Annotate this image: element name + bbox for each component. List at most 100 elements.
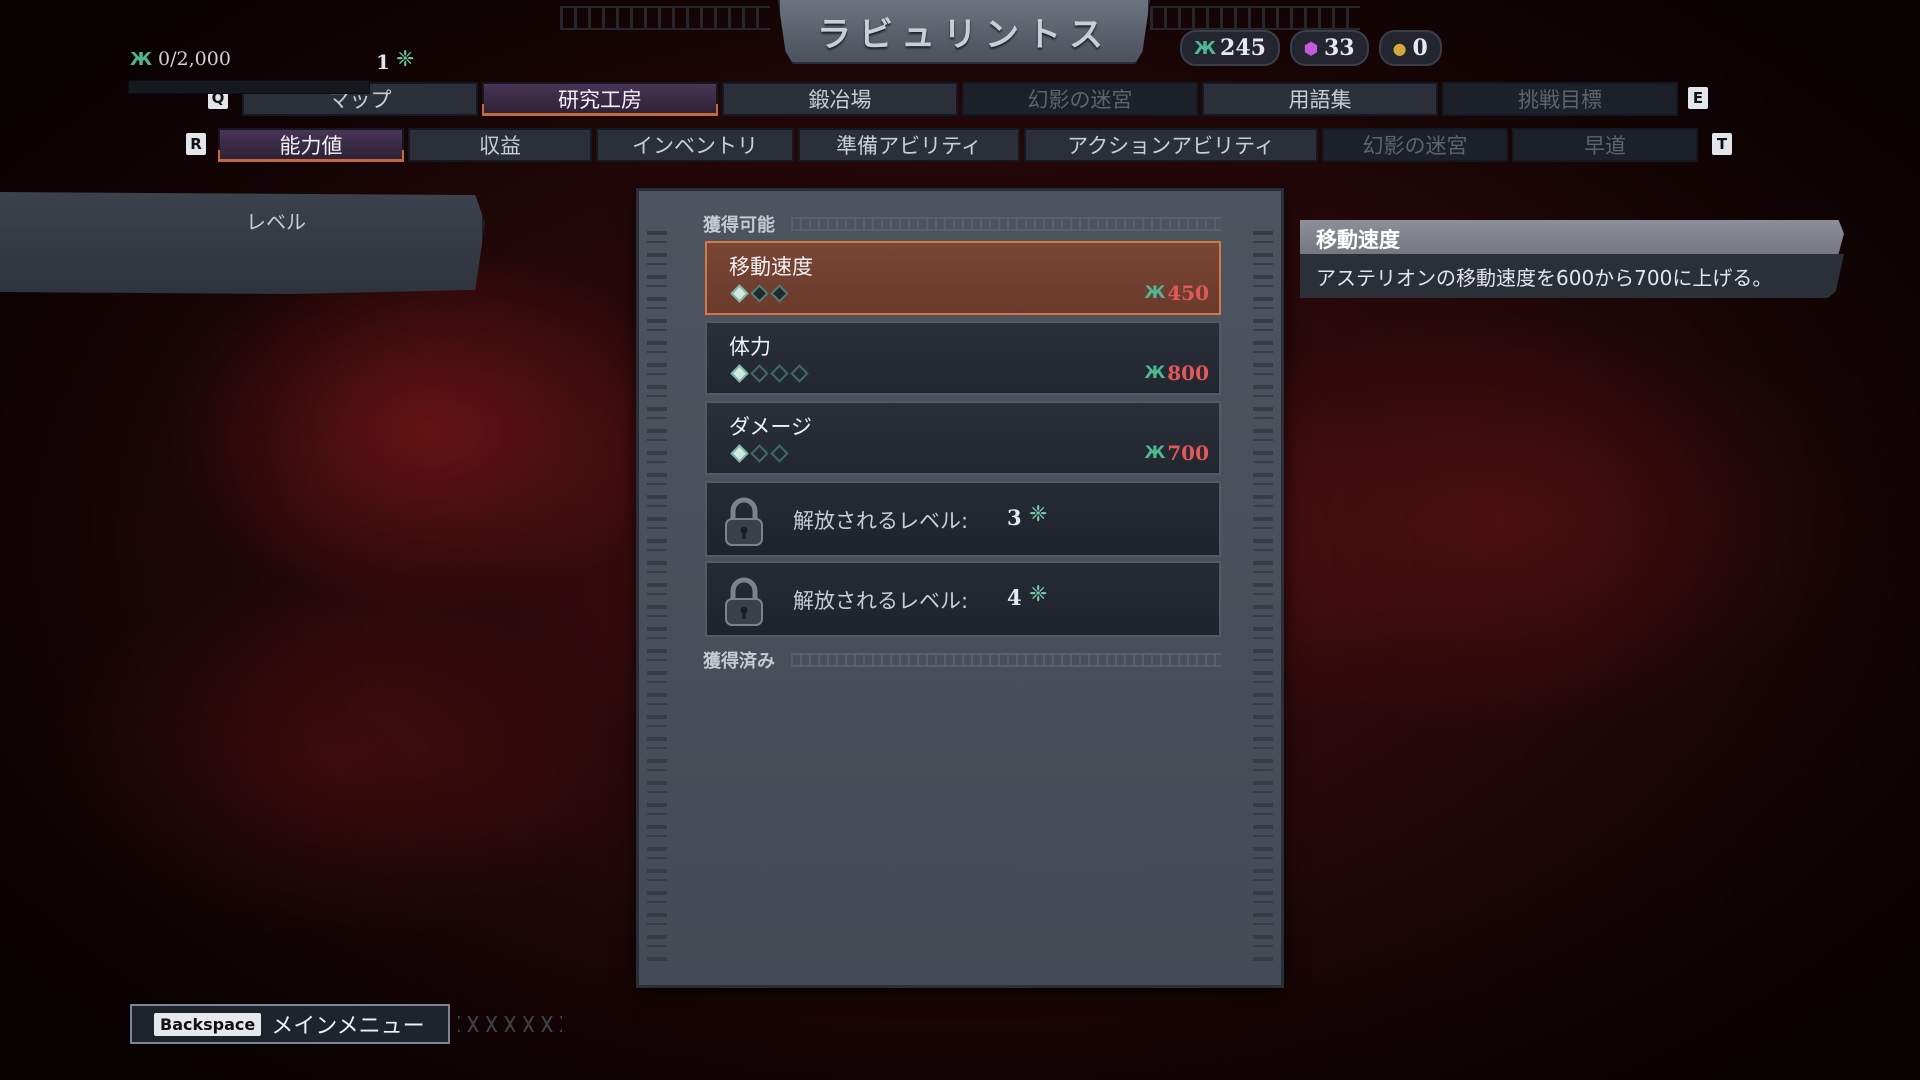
main-tab-bar: マップ 研究工房 鍛冶場 幻影の迷宮 用語集 挑戦目標: [242, 82, 1678, 116]
section-available-label: 獲得可能: [703, 215, 775, 236]
section-divider: [791, 653, 1221, 667]
sub-tab-bar: 能力値 収益 インベントリ 準備アビリティ アクションアビリティ 幻影の迷宮 早…: [218, 128, 1698, 162]
locked-level: 4: [1007, 585, 1022, 610]
locked-slot[interactable]: 解放されるレベル: 4 ❈: [705, 561, 1221, 637]
locked-level: 3: [1007, 505, 1022, 530]
level-xp-value: 0/2,000: [158, 48, 231, 70]
pip-empty: [770, 364, 789, 383]
title-frieze-left: [560, 6, 770, 30]
tab-challenges[interactable]: 挑戦目標: [1442, 82, 1678, 116]
upgrade-name: ダメージ: [729, 415, 812, 439]
title-frieze-right: [1150, 6, 1360, 30]
pip-empty: [750, 364, 769, 383]
currency-value: 0: [1412, 35, 1428, 61]
bone-currency-icon: Ж: [1194, 37, 1216, 59]
upgrade-pips: [730, 284, 789, 303]
section-divider: [791, 217, 1221, 231]
subtab-income[interactable]: 収益: [408, 128, 592, 162]
tab-label: 収益: [479, 134, 521, 158]
subtab-stats[interactable]: 能力値: [218, 128, 404, 162]
level-progress-bar: [128, 80, 370, 94]
locked-slot[interactable]: 解放されるレベル: 3 ❈: [705, 481, 1221, 557]
bone-currency-icon: Ж: [1144, 363, 1165, 383]
currency-coins: ● 0: [1378, 30, 1442, 66]
upgrade-name: 移動速度: [729, 255, 813, 279]
tab-label: 能力値: [279, 133, 343, 158]
pip-filled: [730, 444, 749, 463]
pip-empty: [770, 284, 789, 303]
panel-border-decoration: [647, 231, 667, 965]
tooltip-body: アステリオンの移動速度を600から700に上げる。: [1300, 254, 1844, 298]
level-panel: レベル: [0, 192, 485, 294]
main-menu-button[interactable]: Backspace メインメニュー: [130, 1004, 450, 1044]
main-menu-label: メインメニュー: [271, 1014, 425, 1039]
level-emblem-icon: ❈: [1029, 582, 1048, 607]
tab-label: アクションアビリティ: [1067, 134, 1275, 158]
bone-currency-icon: Ж: [1144, 443, 1165, 463]
tab-forge[interactable]: 鍛冶場: [722, 82, 958, 116]
upgrade-cost: Ж 800: [1144, 361, 1209, 385]
upgrade-tooltip: 移動速度 アステリオンの移動速度を600から700に上げる。: [1300, 220, 1844, 298]
subtab-prep-abilities[interactable]: 準備アビリティ: [798, 128, 1020, 162]
tab-label: 準備アビリティ: [836, 134, 982, 158]
pip-empty: [770, 444, 789, 463]
level-label: レベル: [246, 210, 306, 234]
currency-value: 33: [1323, 35, 1355, 61]
currency-bar: Ж 245 ⬢ 33 ● 0: [1180, 30, 1442, 66]
key-hint-r: R: [186, 133, 206, 155]
tab-label: インベントリ: [632, 134, 758, 158]
upgrade-panel: 獲得可能 移動速度 Ж 450 体力 Ж 800 ダメージ Ж 700 解放され…: [636, 188, 1284, 988]
level-xp: Ж 0/2,000: [130, 48, 231, 70]
lock-icon: [725, 497, 763, 546]
upgrade-name: 体力: [729, 335, 771, 359]
upgrade-damage[interactable]: ダメージ Ж 700: [705, 401, 1221, 475]
tab-research-workshop[interactable]: 研究工房: [482, 82, 718, 116]
backspace-key-hint: Backspace: [154, 1012, 262, 1036]
page-title: ラビュリントス: [817, 14, 1111, 55]
locked-text: 解放されるレベル:: [793, 509, 969, 533]
tooltip-header: 移動速度: [1300, 220, 1844, 254]
tab-label: 研究工房: [558, 87, 642, 112]
tab-label: 幻影の迷宮: [1027, 88, 1133, 112]
tab-glossary[interactable]: 用語集: [1202, 82, 1438, 116]
upgrade-pips: [730, 364, 809, 383]
upgrade-cost-value: 700: [1167, 441, 1209, 465]
currency-value: 245: [1220, 35, 1266, 61]
upgrade-cost-value: 800: [1167, 361, 1209, 385]
gem-icon: ⬢: [1303, 38, 1318, 58]
tab-label: 挑戦目標: [1518, 88, 1602, 112]
locked-text: 解放されるレベル:: [793, 589, 969, 613]
currency-bones: Ж 245: [1180, 30, 1280, 66]
button-decoration: [458, 1016, 562, 1032]
tab-label: 鍛冶場: [808, 88, 872, 112]
pip-empty: [750, 284, 769, 303]
tab-label: 用語集: [1288, 88, 1352, 112]
pip-filled: [730, 284, 749, 303]
section-acquired-label: 獲得済み: [703, 651, 775, 672]
subtab-shortcut[interactable]: 早道: [1512, 128, 1698, 162]
key-hint-e: E: [1688, 87, 1708, 109]
tab-label: 幻影の迷宮: [1362, 134, 1468, 158]
subtab-inventory[interactable]: インベントリ: [596, 128, 794, 162]
panel-border-decoration: [1253, 231, 1273, 965]
bone-currency-icon: Ж: [1144, 283, 1165, 303]
pip-empty: [790, 364, 809, 383]
subtab-phantom-labyrinth[interactable]: 幻影の迷宮: [1322, 128, 1508, 162]
tab-phantom-labyrinth[interactable]: 幻影の迷宮: [962, 82, 1198, 116]
upgrade-cost: Ж 700: [1144, 441, 1209, 465]
level-value: 1: [376, 50, 390, 74]
tab-label: 早道: [1584, 134, 1626, 158]
upgrade-health[interactable]: 体力 Ж 800: [705, 321, 1221, 395]
level-emblem-icon: ❈: [1029, 502, 1048, 527]
pip-empty: [750, 444, 769, 463]
key-hint-t: T: [1712, 133, 1732, 155]
tooltip-description: アステリオンの移動速度を600から700に上げる。: [1316, 266, 1773, 290]
upgrade-cost: Ж 450: [1144, 281, 1209, 305]
level-emblem-icon: ❈: [396, 47, 415, 72]
subtab-action-abilities[interactable]: アクションアビリティ: [1024, 128, 1318, 162]
upgrade-move-speed[interactable]: 移動速度 Ж 450: [705, 241, 1221, 315]
currency-gems: ⬢ 33: [1289, 30, 1369, 66]
upgrade-pips: [730, 444, 789, 463]
pip-filled: [730, 364, 749, 383]
coin-icon: ●: [1392, 38, 1407, 58]
